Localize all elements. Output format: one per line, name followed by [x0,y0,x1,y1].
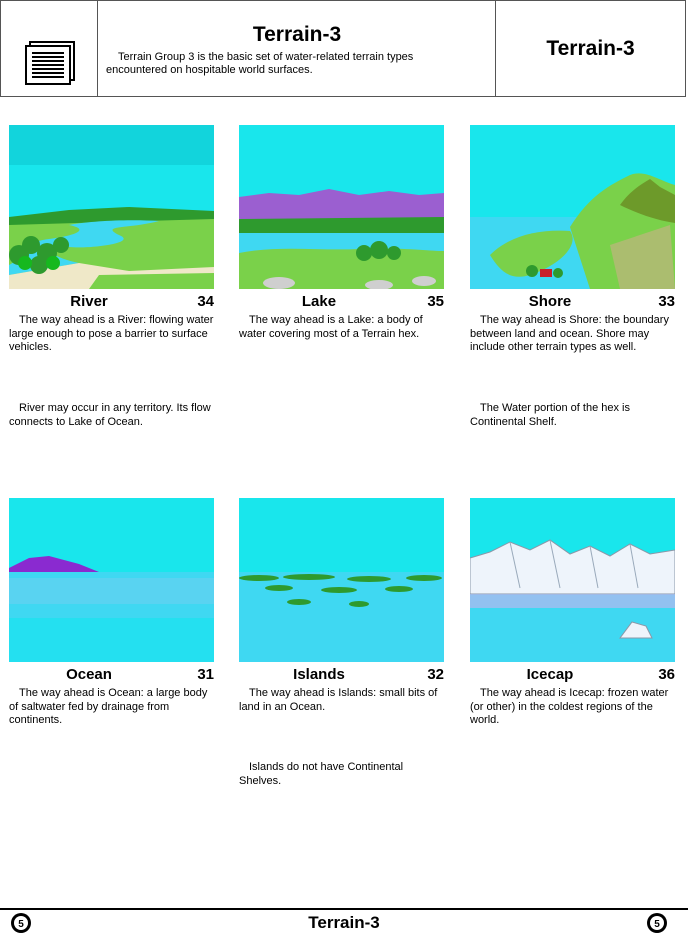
page-title: Terrain-3 [252,23,342,46]
card-name: Lake [301,293,337,310]
card-caption: Icecap 36 [470,662,675,684]
header: Terrain-3 Terrain Group 3 is the basic s… [0,0,686,97]
river-image [9,125,214,289]
card-description: The way ahead is a Lake: a body of water… [239,314,423,340]
card-caption: Shore 33 [470,289,675,311]
card-name: Shore [528,293,572,310]
gear-badge-icon: 5 [647,913,667,933]
card-description: The way ahead is Shore: the boundary bet… [470,314,669,353]
card-number: 34 [197,293,214,310]
footer-title: Terrain-3 [308,913,380,932]
card-name: Icecap [526,666,574,683]
card-name: Islands [293,666,345,683]
card-caption: River 34 [9,289,214,311]
card-note: Islands do not have Continental Shelves. [239,761,404,787]
card-number: 36 [658,666,675,683]
card-shore: Shore 33 The way ahead is Shore: the bou… [470,125,675,428]
lake-image [239,125,444,289]
card-number: 32 [427,666,444,683]
document-icon [25,41,75,85]
card-number: 35 [427,293,444,310]
islands-image [239,498,444,662]
header-right-title: Terrain-3 [546,36,635,60]
svg-text:5: 5 [654,919,660,930]
card-name: Ocean [66,666,112,683]
card-ocean: Ocean 31 The way ahead is Ocean: a large… [9,498,214,728]
ocean-image [9,498,214,662]
card-icecap: Icecap 36 The way ahead is Icecap: froze… [470,498,675,728]
card-description: The way ahead is Islands: small bits of … [239,687,438,713]
card-caption: Ocean 31 [9,662,214,684]
card-description: The way ahead is a River: flowing water … [9,314,214,353]
card-note: The Water portion of the hex is Continen… [470,402,630,428]
card-lake: Lake 35 The way ahead is a Lake: a body … [239,125,444,341]
card-description: The way ahead is Icecap: frozen water (o… [470,687,669,726]
card-description: The way ahead is Ocean: a large body of … [9,687,208,726]
shore-image [470,125,675,289]
header-center: Terrain-3 Terrain Group 3 is the basic s… [98,1,496,96]
card-name: River [70,293,108,310]
card-islands: Islands 32 The way ahead is Islands: sma… [239,498,444,787]
footer-divider [0,908,688,910]
card-caption: Islands 32 [239,662,444,684]
icecap-image [470,498,675,662]
card-number: 31 [197,666,214,683]
card-river: River 34 The way ahead is a River: flowi… [9,125,214,428]
header-icon-cell [1,1,98,96]
card-note: River may occur in any territory. Its fl… [9,402,211,428]
card-number: 33 [658,293,675,310]
card-caption: Lake 35 [239,289,444,311]
header-description: Terrain Group 3 is the basic set of wate… [106,51,414,76]
